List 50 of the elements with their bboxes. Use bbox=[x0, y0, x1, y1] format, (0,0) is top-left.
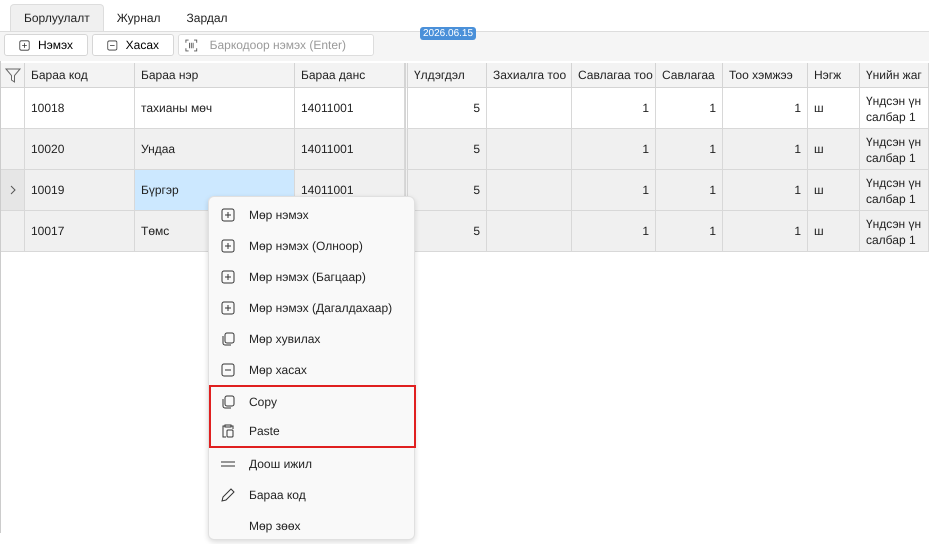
filter-icon[interactable] bbox=[4, 67, 20, 83]
copy-icon bbox=[221, 332, 235, 346]
column-header[interactable]: Савлагаа bbox=[656, 63, 723, 88]
minus-icon bbox=[221, 362, 235, 376]
menu-item[interactable]: Бараа код bbox=[209, 479, 414, 510]
row-header[interactable] bbox=[1, 211, 25, 252]
tab[interactable]: Борлуулалт bbox=[10, 4, 104, 31]
chevron-icon bbox=[10, 185, 16, 195]
menu-item[interactable]: Мөр хувилах bbox=[209, 323, 414, 354]
barcode-icon bbox=[185, 38, 198, 52]
add-button[interactable]: Нэмэх bbox=[4, 34, 88, 56]
table-cell: 1 bbox=[656, 211, 723, 252]
menu-item[interactable]: Мөр зөөх bbox=[209, 510, 414, 541]
plus-icon bbox=[221, 300, 235, 314]
column-header[interactable]: Үнийн жаг bbox=[860, 63, 929, 88]
plus-icon bbox=[221, 238, 235, 252]
barcode-field[interactable]: Баркодоор нэмэх (Enter) bbox=[178, 34, 374, 56]
menu-item[interactable]: Paste bbox=[211, 416, 414, 446]
table-cell: 1 bbox=[572, 211, 656, 252]
table-cell: Үндсэн үн салбар 1 bbox=[860, 211, 929, 252]
row-header[interactable] bbox=[1, 170, 25, 211]
clipboard-icon bbox=[221, 424, 235, 438]
menu-item[interactable]: Доош ижил bbox=[209, 448, 414, 479]
column-header[interactable]: Бараа нэр bbox=[135, 63, 295, 88]
column-header[interactable]: Үлдэгдэл bbox=[405, 63, 487, 88]
column-header[interactable]: Бараа данс bbox=[295, 63, 405, 88]
table-cell: 10017 bbox=[25, 211, 135, 252]
tab[interactable]: Журнал bbox=[104, 4, 174, 31]
menu-item[interactable]: Мөр хасах bbox=[209, 354, 414, 385]
column-header[interactable]: Савлагаа тоо bbox=[572, 63, 656, 88]
plus-icon bbox=[221, 208, 235, 222]
table-row[interactable]: 10020 Ундаа 14011001 5 1 1 1 ш Үндсэн үн салбар 1 bbox=[1, 129, 929, 170]
menu-item[interactable]: Мөр нэмэх (Дагалдахаар) bbox=[209, 292, 414, 323]
table-cell: ш bbox=[808, 211, 860, 252]
minus-icon bbox=[107, 38, 118, 52]
table-cell: 1 bbox=[723, 211, 808, 252]
plus-icon bbox=[19, 38, 30, 52]
pencil-icon bbox=[221, 488, 235, 502]
copy-icon bbox=[221, 394, 235, 409]
column-header[interactable]: Нэгж bbox=[808, 63, 860, 88]
column-header[interactable]: Захиалга тоо bbox=[487, 63, 572, 88]
column-header[interactable]: Бараа код bbox=[25, 63, 135, 88]
column-header[interactable]: Тоо хэмжээ bbox=[723, 63, 808, 88]
date-badge: 2026.06.15 bbox=[420, 27, 476, 40]
menu-item[interactable]: Мөр нэмэх (Багцаар) bbox=[209, 261, 414, 292]
plus-icon bbox=[221, 270, 235, 284]
remove-button[interactable]: Хасах bbox=[92, 34, 174, 56]
tab[interactable]: Зардал bbox=[174, 4, 241, 31]
menu-item[interactable]: Copy bbox=[211, 387, 414, 416]
table-row[interactable]: 10019 Бүргэр 14011001 5 1 1 1 ш Үндсэн үн салбар 1 bbox=[1, 170, 929, 211]
